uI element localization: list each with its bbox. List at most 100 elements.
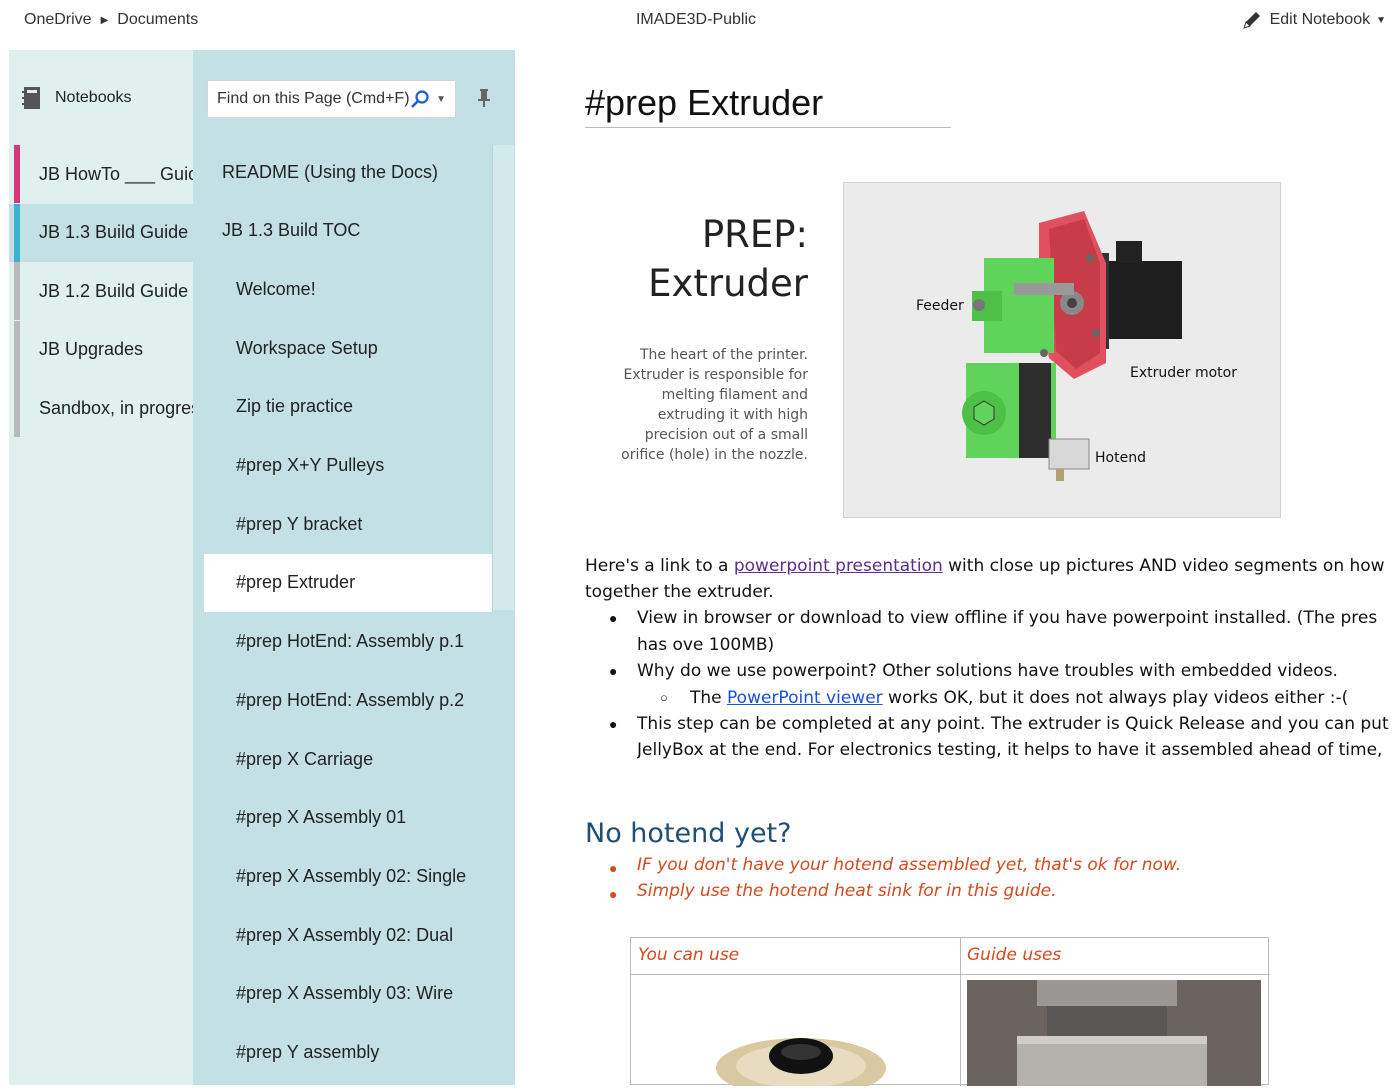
page-item[interactable]: #prep X+Y Pulleys xyxy=(204,437,492,495)
edit-notebook-label: Edit Notebook xyxy=(1269,11,1371,28)
table-divider xyxy=(960,938,961,1086)
sub-bullet: The PowerPoint viewer works OK, but it d… xyxy=(690,685,1392,712)
page-item-label: JB 1.3 Build TOC xyxy=(222,220,361,241)
page-item[interactable]: #prep Extruder xyxy=(204,553,492,612)
page-item[interactable]: Workspace Setup xyxy=(204,319,492,377)
paragraph-intro: Here's a link to a powerpoint presentati… xyxy=(585,553,1392,580)
search-input[interactable]: Find on this Page (Cmd+F) ▼ xyxy=(207,80,456,118)
bullet-dot: ● xyxy=(609,610,618,626)
notebooks-label: Notebooks xyxy=(55,89,132,106)
notebook-item-label: JB 1.2 Build Guide xyxy=(39,280,189,301)
no-hotend-heading: No hotend yet? xyxy=(585,818,792,849)
pages-scrollbar[interactable] xyxy=(492,145,514,610)
page-item-label: #prep X Assembly 02: Dual xyxy=(236,924,454,945)
page-item[interactable]: #prep HotEnd: Assembly p.1 xyxy=(204,613,492,671)
notebook-icon xyxy=(22,87,40,109)
pin-icon[interactable] xyxy=(477,88,491,108)
prep-description: The heart of the printer. Extruder is re… xyxy=(600,345,808,465)
notebook-color-bar xyxy=(14,320,20,379)
top-bar: OneDrive ▶ Documents IMADE3D-Public Edit… xyxy=(0,0,1392,42)
pencil-icon xyxy=(1242,12,1260,29)
powerpoint-presentation-link[interactable]: powerpoint presentation xyxy=(734,556,943,576)
chevron-right-icon: ▶ xyxy=(100,14,109,26)
comparison-table: You can use Guide uses xyxy=(630,937,1270,1086)
notebook-item[interactable]: JB 1.2 Build Guide xyxy=(9,262,193,320)
notebook-item[interactable]: Sandbox, in progress xyxy=(9,379,193,437)
bullet-dot: ● xyxy=(609,663,618,679)
text-span: Here's a link to a xyxy=(585,556,734,576)
table-divider xyxy=(631,974,1270,975)
text-span: The xyxy=(690,688,728,708)
page-item[interactable]: #prep X Assembly 03: Wire xyxy=(204,965,492,1023)
bullet-3-line1: This step can be completed at any point.… xyxy=(637,714,1389,734)
notebook-item-label: JB 1.3 Build Guide xyxy=(39,222,189,242)
bullet-2: Why do we use powerpoint? Other solution… xyxy=(637,661,1338,681)
extruder-illustration xyxy=(962,211,1182,481)
page-item-label: #prep HotEnd: Assembly p.2 xyxy=(236,689,465,710)
page-item[interactable]: #prep X Carriage xyxy=(204,730,492,788)
notebooks-pane: Notebooks JB HowTo ___ Guide JB 1.3 Build… xyxy=(9,50,193,1085)
page-item-label: #prep HotEnd: Assembly p.1 xyxy=(236,631,465,652)
page-item[interactable]: #prep X Assembly 02: Dual xyxy=(204,906,492,964)
prep-heading: PREP: Extruder xyxy=(600,210,808,308)
page-item-label: #prep Y assembly xyxy=(236,1042,380,1062)
edit-notebook-button[interactable]: Edit Notebook ▼ xyxy=(1242,10,1386,30)
page-item[interactable]: #prep Y bracket xyxy=(204,495,492,553)
page-item[interactable]: Zip tie practice xyxy=(204,378,492,436)
heat-sink-photo-1 xyxy=(716,1038,886,1086)
page-item[interactable]: #prep HotEnd: Assembly p.2 xyxy=(204,671,492,729)
prep-desc-line: precision out of a small xyxy=(644,427,808,443)
page-item-label: Welcome! xyxy=(236,278,316,299)
table-header-you-can-use: You can use xyxy=(638,945,740,965)
prep-desc-line: Extruder is responsible for xyxy=(623,367,808,383)
prep-heading-line2: Extruder xyxy=(648,262,808,305)
breadcrumb: OneDrive ▶ Documents xyxy=(24,11,198,29)
page-item-label: #prep X Carriage xyxy=(236,748,374,769)
powerpoint-viewer-link[interactable]: PowerPoint viewer xyxy=(727,688,883,708)
page-item[interactable]: #prep X Assembly 02: Single xyxy=(204,847,492,905)
page-item-label: Zip tie practice xyxy=(236,396,354,417)
red-bullet-1: IF you don't have your hotend assembled … xyxy=(637,855,1182,875)
heat-sink-photo-2 xyxy=(967,980,1261,1086)
extruder-diagram: Feeder Extruder motor Hotend xyxy=(843,182,1281,518)
search-placeholder: Find on this Page (Cmd+F) xyxy=(217,90,410,107)
page-item[interactable]: #prep Y assembly xyxy=(204,1024,492,1082)
notebook-color-bar xyxy=(14,145,20,203)
chevron-down-icon[interactable]: ▼ xyxy=(436,94,446,105)
prep-desc-line: extruding it with high xyxy=(657,407,808,423)
text-span: works OK, but it does not always play vi… xyxy=(882,688,1349,708)
notebook-item[interactable]: JB HowTo ___ Guide xyxy=(9,145,193,203)
search-icon[interactable] xyxy=(410,89,430,109)
prep-desc-line: orifice (hole) in the nozzle. xyxy=(621,447,808,463)
bullet-1-line1: View in browser or download to view offl… xyxy=(637,608,1378,628)
page-item-label: #prep Extruder xyxy=(236,572,356,593)
page-item[interactable]: JB 1.3 Build TOC xyxy=(204,202,492,260)
red-bullet-2: Simply use the hotend heat sink for in t… xyxy=(637,881,1057,901)
notebooks-header[interactable]: Notebooks xyxy=(21,86,132,110)
page-title[interactable]: #prep Extruder xyxy=(585,82,951,128)
notebook-item[interactable]: JB Upgrades xyxy=(9,320,193,379)
page-item[interactable]: Welcome! xyxy=(204,260,492,318)
breadcrumb-documents[interactable]: Documents xyxy=(117,11,198,29)
page-item-label: #prep Y bracket xyxy=(236,513,363,534)
page-item-label: #prep X Assembly 03: Wire xyxy=(236,983,454,1004)
page-item-label: #prep X+Y Pulleys xyxy=(236,455,385,475)
page-item[interactable]: README (Using the Docs) xyxy=(204,143,492,201)
bullet-dot: ● xyxy=(609,716,618,732)
feeder-label: Feeder xyxy=(916,298,964,314)
prep-heading-line1: PREP: xyxy=(701,213,808,256)
bullet-3-line2: JellyBox at the end. For electronics tes… xyxy=(637,740,1383,760)
notebook-item[interactable]: JB 1.3 Build Guide xyxy=(9,203,193,262)
page-item[interactable]: #prep X Assembly 01 xyxy=(204,789,492,847)
page-item-label: README (Using the Docs) xyxy=(222,161,439,182)
bullet-dot: ● xyxy=(609,860,618,876)
notebook-item-label: JB Upgrades xyxy=(39,339,144,359)
page-item-label: #prep X Assembly 01 xyxy=(236,807,407,828)
page-item-label: Workspace Setup xyxy=(236,337,378,358)
extruder-motor-label: Extruder motor xyxy=(1130,365,1237,381)
breadcrumb-onedrive[interactable]: OneDrive xyxy=(24,11,92,29)
prep-desc-line: melting filament and xyxy=(661,387,808,403)
notebook-color-bar xyxy=(14,262,20,320)
notebook-item-label: JB HowTo ___ Guide xyxy=(39,163,193,184)
table-header-guide-uses: Guide uses xyxy=(967,945,1062,965)
